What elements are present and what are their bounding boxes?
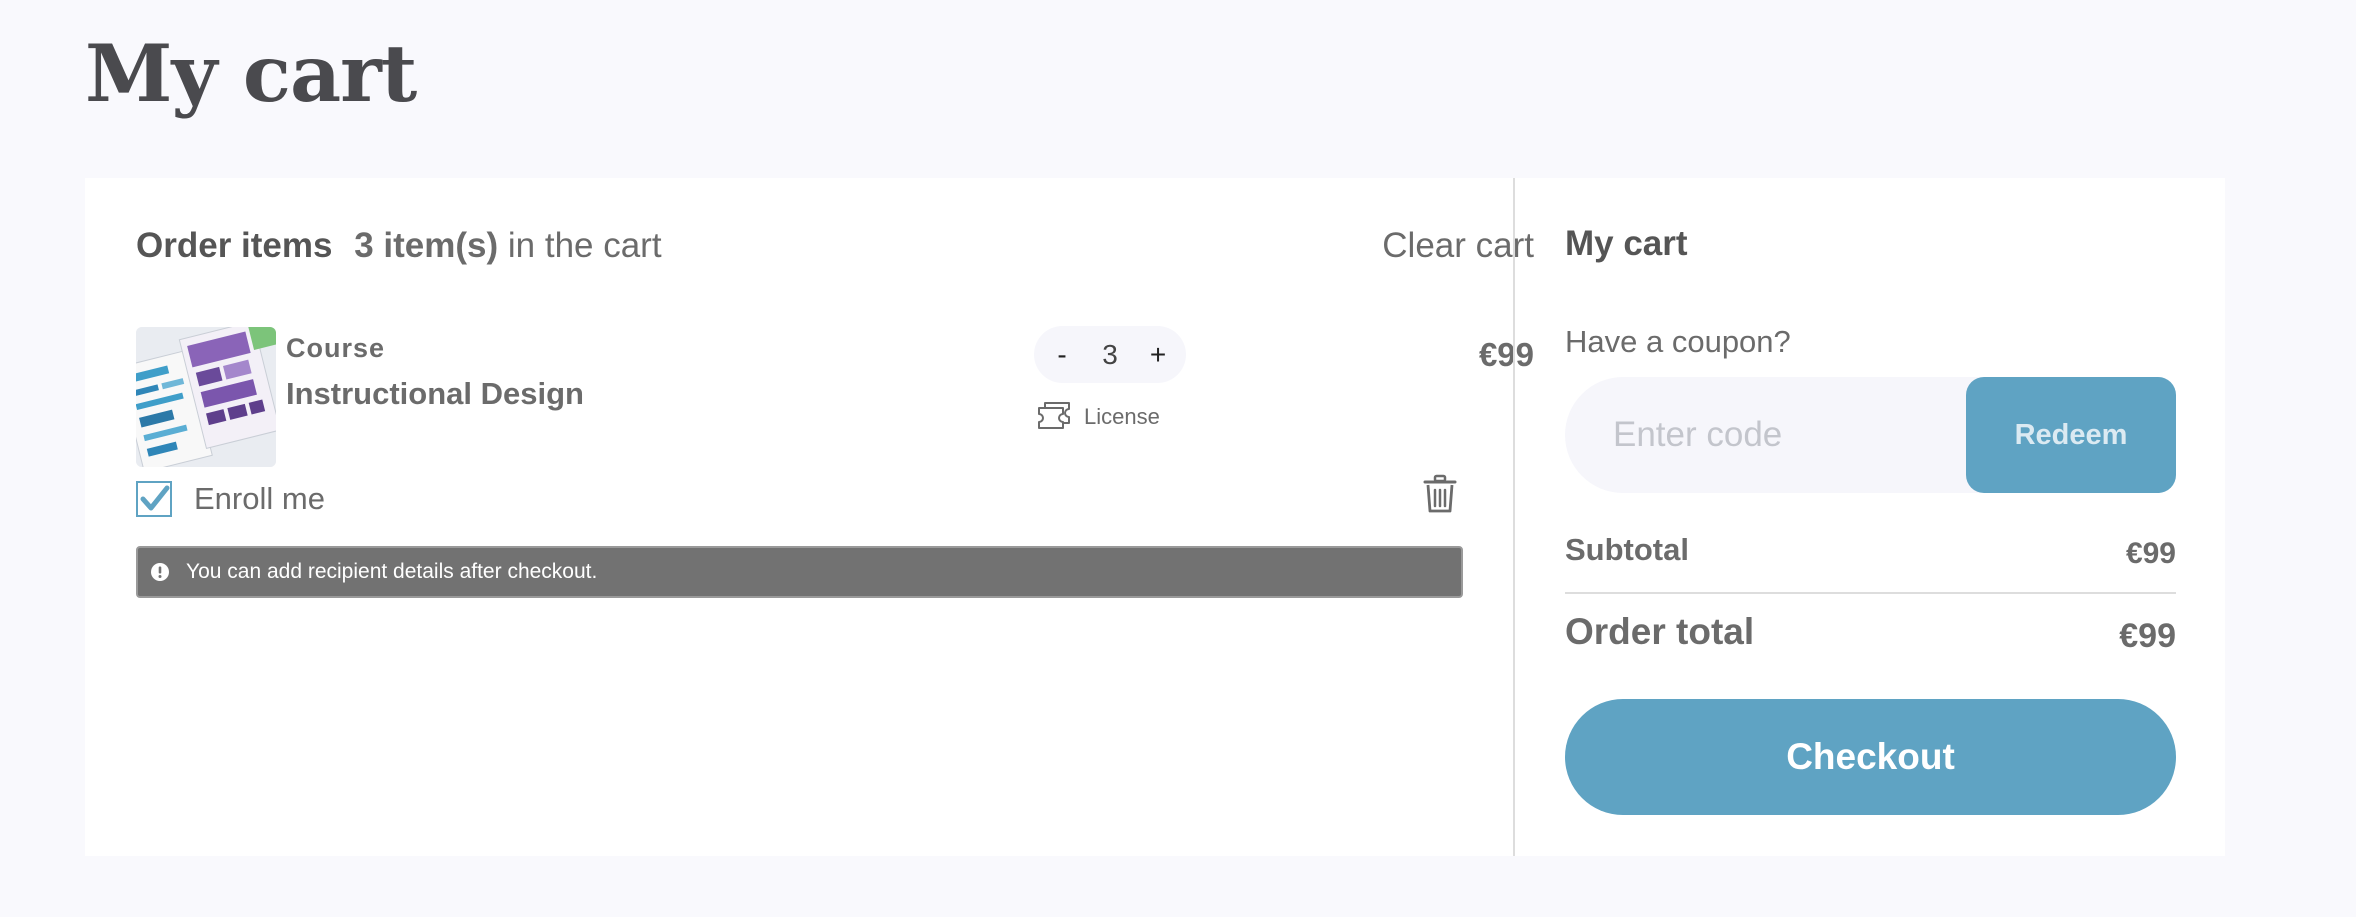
item-count-suffix: in the cart [507, 226, 662, 265]
license-label: License [1084, 404, 1160, 429]
order-items-heading: Order items [136, 226, 333, 265]
info-circle-icon [150, 562, 170, 582]
summary-divider [1565, 592, 2176, 594]
enroll-label: Enroll me [194, 481, 325, 516]
quantity-value[interactable]: 3 [1084, 326, 1136, 383]
quantity-stepper: - 3 + [1034, 326, 1186, 383]
enroll-checkbox[interactable] [136, 481, 172, 517]
license-tickets-icon [1036, 399, 1072, 435]
coupon-label: Have a coupon? [1565, 324, 1791, 359]
order-total-label: Order total [1565, 611, 1755, 652]
item-count: 3 item(s) [354, 226, 499, 265]
recipient-notice-text: You can add recipient details after chec… [186, 560, 598, 583]
subtotal-value: €99 [2125, 537, 2176, 570]
decrease-quantity-button[interactable]: - [1040, 326, 1084, 383]
coupon-code-input[interactable] [1565, 377, 1985, 493]
course-thumbnail-image [136, 327, 276, 467]
order-total-value: €99 [2119, 617, 2176, 655]
trash-icon[interactable] [1423, 474, 1457, 514]
redeem-button[interactable]: Redeem [1966, 377, 2176, 493]
order-items-header: Order items 3 item(s) in the cart [136, 224, 662, 268]
subtotal-label: Subtotal [1565, 532, 1689, 567]
checkout-button[interactable]: Checkout [1565, 699, 2176, 815]
clear-cart-link[interactable]: Clear cart [1382, 224, 1534, 268]
item-price: €99 [1478, 336, 1534, 373]
panel-divider [1513, 178, 1515, 856]
item-type-label: Course [286, 333, 386, 363]
item-name: Instructional Design [286, 376, 584, 411]
cart-card: Order items 3 item(s) in the cart Clear … [85, 178, 2225, 856]
page-title: My cart [85, 27, 417, 120]
summary-title: My cart [1565, 224, 1688, 263]
recipient-notice: You can add recipient details after chec… [136, 546, 1463, 598]
enroll-option: Enroll me [136, 479, 325, 519]
license-indicator: License [1036, 398, 1160, 436]
increase-quantity-button[interactable]: + [1136, 326, 1180, 383]
